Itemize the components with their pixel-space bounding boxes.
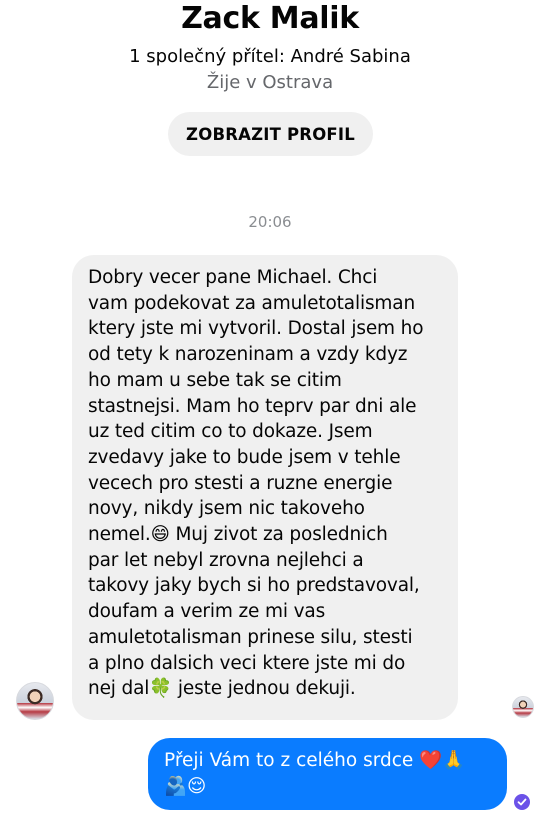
outgoing-message-text: Přeji Vám to z celého srdce ❤️🙏 🫂😌	[164, 750, 466, 797]
location-text: Žije v Ostrava	[206, 72, 334, 93]
view-profile-button[interactable]: ZOBRAZIT PROFIL	[168, 112, 373, 156]
incoming-message-bubble[interactable]: Dobry vecer pane Michael. Chci vam podek…	[72, 255, 458, 720]
message-timestamp: 20:06	[248, 213, 292, 231]
seen-avatar	[512, 696, 534, 718]
outgoing-message-bubble[interactable]: Přeji Vám to z celého srdce ❤️🙏 🫂😌	[148, 738, 507, 810]
check-icon	[517, 798, 527, 806]
incoming-message-text: Dobry vecer pane Michael. Chci vam podek…	[88, 267, 424, 700]
check-circle-icon	[514, 794, 530, 810]
contact-name: Zack Malik	[181, 1, 359, 36]
contact-avatar[interactable]	[16, 682, 54, 720]
mutual-friend-text: 1 společný přítel: André Sabina	[129, 46, 411, 67]
